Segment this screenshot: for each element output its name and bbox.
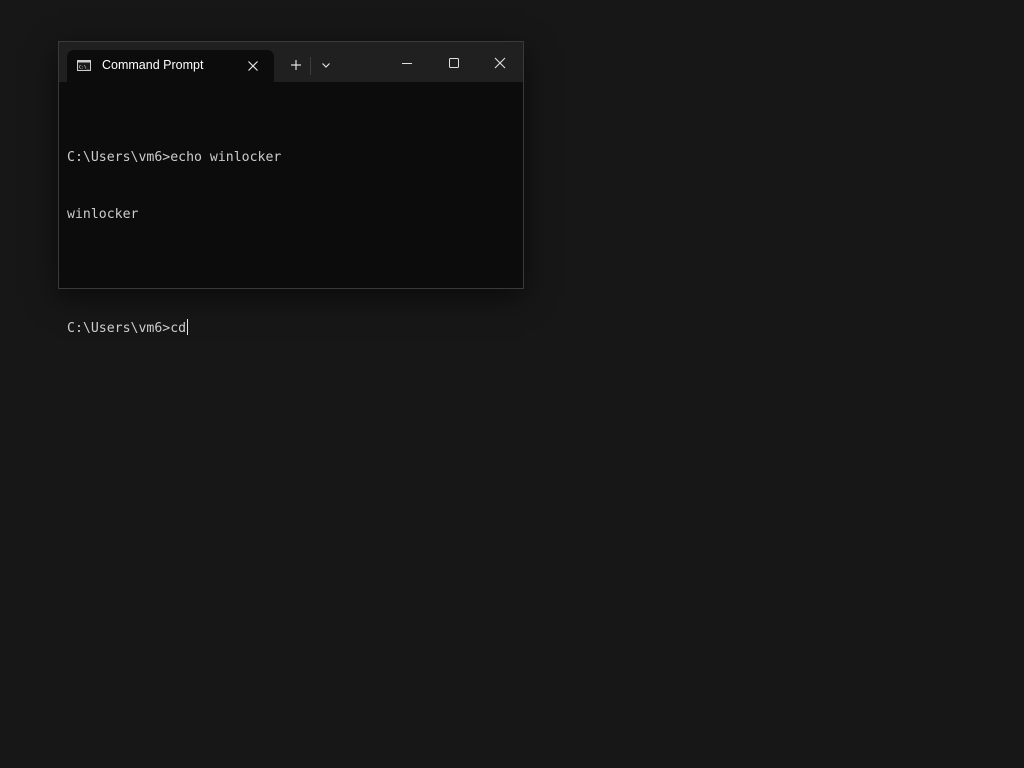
new-tab-button[interactable] [285, 54, 307, 76]
command-prompt-window: C:\_ Command Prompt C:\Users\vm6>echo wi… [58, 41, 524, 336]
maximize-button[interactable] [430, 46, 476, 78]
terminal-line: C:\Users\vm6>echo winlocker [67, 150, 282, 165]
tab-separator [310, 57, 311, 75]
text-cursor [187, 319, 189, 335]
cmd-icon: C:\_ [77, 60, 91, 71]
close-icon [248, 61, 258, 71]
close-icon [494, 57, 506, 69]
terminal-input[interactable]: C:\Users\vm6>cd [67, 321, 186, 336]
desktop: C:\_ Command Prompt C:\Users\vm6>echo wi… [0, 0, 1024, 768]
plus-icon [291, 60, 301, 70]
title-bar[interactable]: C:\_ Command Prompt [59, 42, 523, 82]
tab-close-button[interactable] [245, 58, 261, 74]
terminal-output[interactable]: C:\Users\vm6>echo winlocker winlocker C:… [59, 82, 523, 336]
maximize-icon [449, 58, 459, 68]
minimize-button[interactable] [384, 46, 430, 78]
terminal-line: winlocker [67, 207, 139, 222]
chevron-down-icon [322, 63, 330, 68]
svg-text:C:\_: C:\_ [79, 65, 90, 70]
minimize-icon [402, 63, 412, 64]
tab-dropdown-button[interactable] [315, 54, 337, 76]
terminal-prompt-line[interactable]: C:\Users\vm6>cd [67, 319, 523, 338]
tab-title: Command Prompt [102, 58, 204, 72]
tab-command-prompt[interactable]: C:\_ Command Prompt [67, 50, 274, 82]
close-window-button[interactable] [476, 46, 522, 78]
